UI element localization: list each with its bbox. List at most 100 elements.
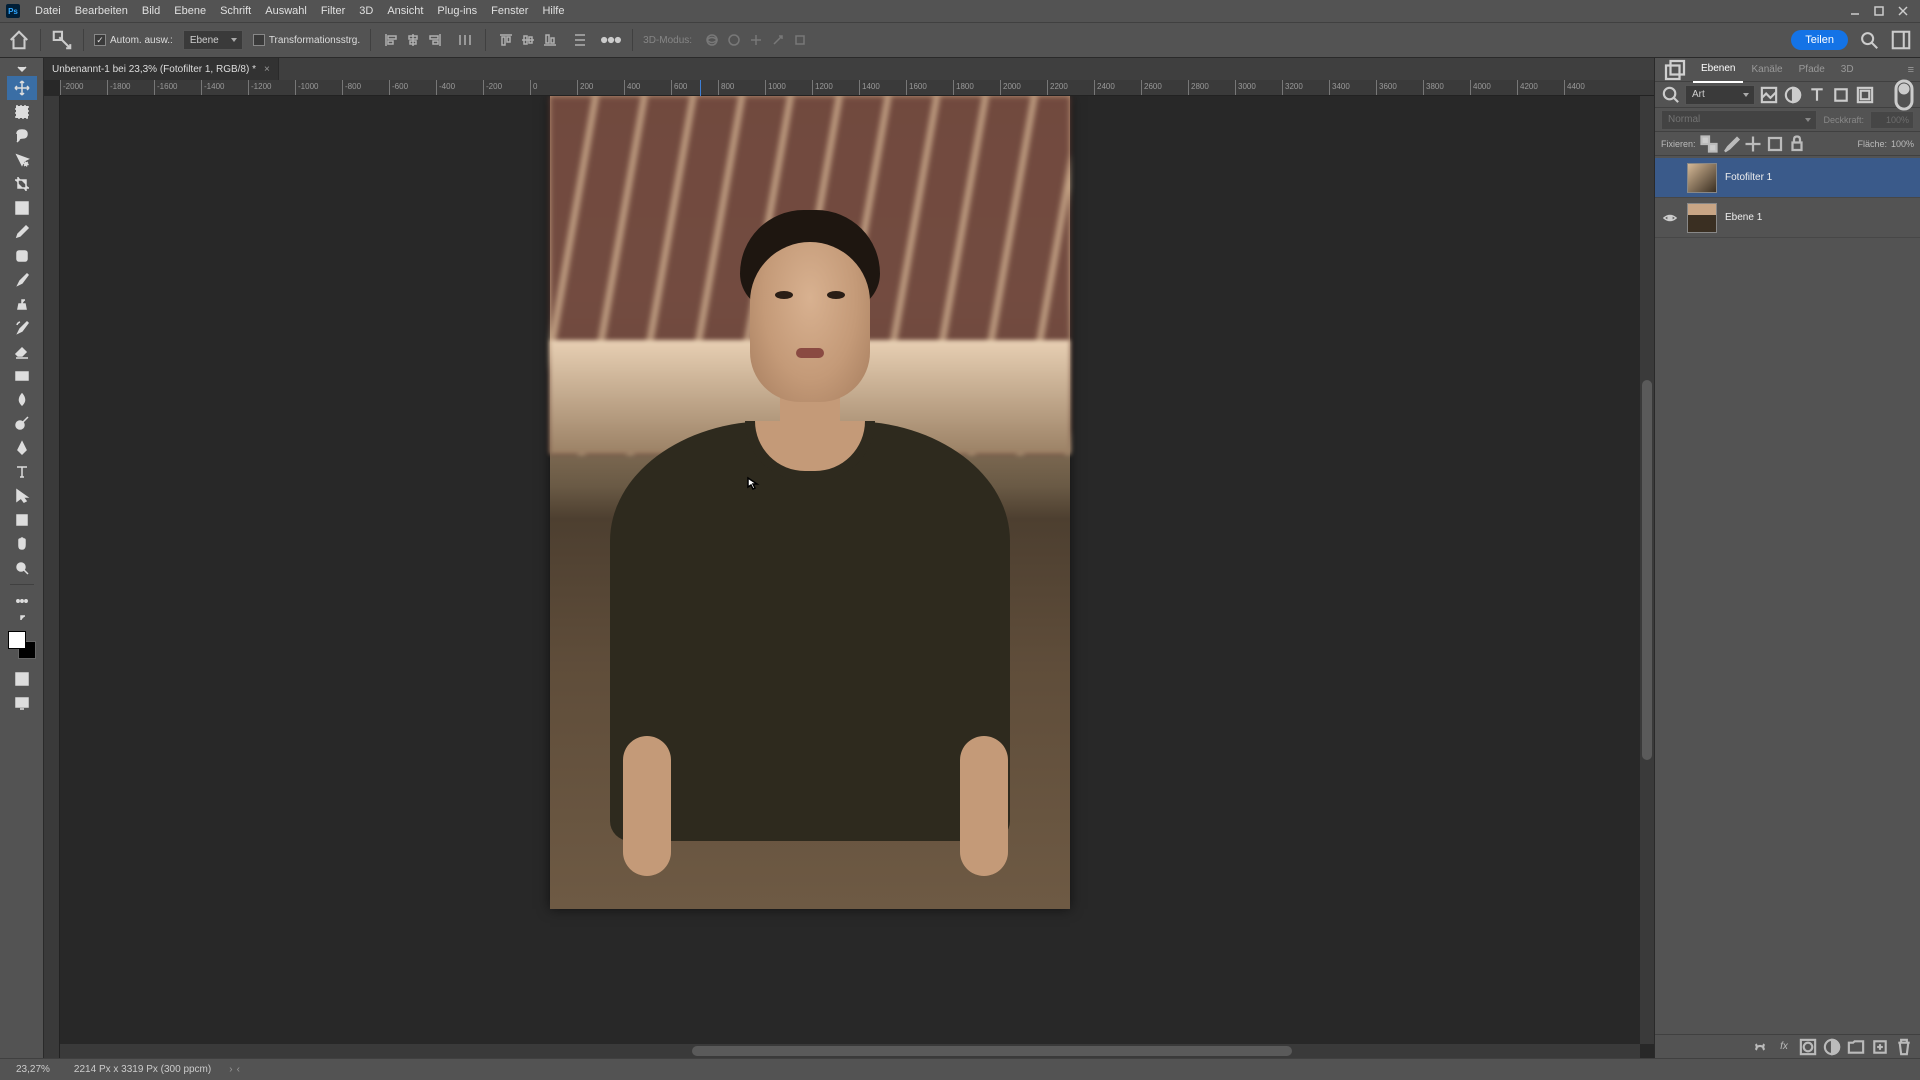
layer-name[interactable]: Fotofilter 1 [1725, 172, 1772, 183]
link-layers-icon[interactable] [1750, 1037, 1770, 1057]
eraser-tool[interactable] [7, 340, 37, 364]
auto-select-target-dropdown[interactable]: Ebene [183, 30, 243, 50]
panel-menu-icon[interactable]: ≡ [1902, 64, 1920, 76]
document-image[interactable] [550, 96, 1070, 909]
move-tool[interactable] [7, 76, 37, 100]
tab-layers[interactable]: Ebenen [1693, 57, 1743, 83]
opacity-field[interactable]: 100% [1870, 111, 1914, 129]
align-hcenter-icon[interactable] [403, 30, 423, 50]
menu-plugins[interactable]: Plug-ins [430, 0, 484, 22]
gradient-tool[interactable] [7, 364, 37, 388]
marquee-tool[interactable] [7, 100, 37, 124]
lock-artboard-icon[interactable] [1766, 135, 1784, 153]
window-minimize[interactable] [1844, 2, 1866, 20]
window-close[interactable] [1892, 2, 1914, 20]
crop-tool[interactable] [7, 172, 37, 196]
hand-tool[interactable] [7, 532, 37, 556]
filter-pixel-icon[interactable] [1759, 85, 1779, 105]
align-right-icon[interactable] [425, 30, 445, 50]
document-tab[interactable]: Unbenannt-1 bei 23,3% (Fotofilter 1, RGB… [44, 58, 279, 80]
filter-smart-icon[interactable] [1855, 85, 1875, 105]
swap-colors-icon[interactable] [9, 613, 39, 625]
layer-fotofilter[interactable]: Fotofilter 1 [1655, 158, 1920, 198]
type-tool[interactable] [7, 460, 37, 484]
quick-select-tool[interactable] [7, 148, 37, 172]
tab-3d[interactable]: 3D [1833, 58, 1862, 82]
align-top-icon[interactable] [496, 30, 516, 50]
auto-select-checkbox[interactable]: Autom. ausw.: [94, 34, 173, 46]
workspace-icon[interactable] [1890, 29, 1912, 51]
brush-tool[interactable] [7, 268, 37, 292]
canvas-viewport[interactable] [60, 96, 1640, 1044]
status-caret-left-icon[interactable]: ‹ [237, 1064, 240, 1075]
layer-thumbnail[interactable] [1687, 163, 1717, 193]
lock-transparency-icon[interactable] [1700, 135, 1718, 153]
menu-edit[interactable]: Bearbeiten [68, 0, 135, 22]
pen-tool[interactable] [7, 436, 37, 460]
window-maximize[interactable] [1868, 2, 1890, 20]
new-layer-icon[interactable] [1870, 1037, 1890, 1057]
horizontal-ruler[interactable]: -2000-1800-1600-1400-1200-1000-800-600-4… [60, 80, 1654, 96]
menu-window[interactable]: Fenster [484, 0, 535, 22]
healing-brush-tool[interactable] [7, 244, 37, 268]
menu-file[interactable]: Datei [28, 0, 68, 22]
menu-type[interactable]: Schrift [213, 0, 258, 22]
document-dimensions[interactable]: 2214 Px x 3319 Px (300 ppcm) [68, 1064, 217, 1075]
lock-position-icon[interactable] [1744, 135, 1762, 153]
dodge-tool[interactable] [7, 412, 37, 436]
status-caret-icon[interactable]: › [229, 1064, 232, 1075]
tool-preset-icon[interactable] [51, 29, 73, 51]
show-transform-checkbox[interactable]: Transformationsstrg. [253, 34, 360, 46]
new-group-icon[interactable] [1846, 1037, 1866, 1057]
fill-field[interactable]: 100% [1891, 139, 1914, 149]
distribute-v-icon[interactable] [570, 30, 590, 50]
menu-3d[interactable]: 3D [352, 0, 380, 22]
tab-paths[interactable]: Pfade [1791, 58, 1833, 82]
filter-toggle-icon[interactable] [1894, 85, 1914, 105]
blend-mode-dropdown[interactable]: Normal [1661, 110, 1817, 130]
quick-mask-icon[interactable] [7, 667, 37, 691]
more-align-icon[interactable] [600, 29, 622, 51]
delete-layer-icon[interactable] [1894, 1037, 1914, 1057]
share-button[interactable]: Teilen [1791, 30, 1848, 50]
distribute-h-icon[interactable] [455, 30, 475, 50]
lock-all-icon[interactable] [1788, 135, 1806, 153]
filter-type-icon[interactable] [1807, 85, 1827, 105]
layer-mask-icon[interactable] [1798, 1037, 1818, 1057]
adjustment-layer-icon[interactable] [1822, 1037, 1842, 1057]
shape-tool[interactable] [7, 508, 37, 532]
menu-filter[interactable]: Filter [314, 0, 352, 22]
close-icon[interactable]: × [264, 64, 270, 75]
history-brush-tool[interactable] [7, 316, 37, 340]
foreground-color-swatch[interactable] [8, 631, 26, 649]
vertical-scrollbar[interactable] [1640, 96, 1654, 1044]
align-vcenter-icon[interactable] [518, 30, 538, 50]
edit-toolbar-icon[interactable] [7, 589, 37, 613]
horizontal-scrollbar[interactable] [60, 1044, 1640, 1058]
zoom-tool[interactable] [7, 556, 37, 580]
screen-mode-icon[interactable] [7, 691, 37, 715]
frame-tool[interactable] [7, 196, 37, 220]
lasso-tool[interactable] [7, 124, 37, 148]
eyedropper-tool[interactable] [7, 220, 37, 244]
collapse-toolbar-icon[interactable] [7, 62, 37, 76]
menu-help[interactable]: Hilfe [535, 0, 571, 22]
layer-filter-kind-dropdown[interactable]: Art [1685, 85, 1755, 105]
menu-view[interactable]: Ansicht [380, 0, 430, 22]
menu-image[interactable]: Bild [135, 0, 167, 22]
align-left-icon[interactable] [381, 30, 401, 50]
tab-channels[interactable]: Kanäle [1743, 58, 1790, 82]
vertical-ruler[interactable] [44, 96, 60, 1058]
search-icon[interactable] [1858, 29, 1880, 51]
align-bottom-icon[interactable] [540, 30, 560, 50]
scrollbar-thumb[interactable] [1642, 380, 1652, 759]
layer-ebene-1[interactable]: Ebene 1 [1655, 198, 1920, 238]
layer-thumbnail[interactable] [1687, 203, 1717, 233]
layer-name[interactable]: Ebene 1 [1725, 212, 1762, 223]
scrollbar-thumb[interactable] [692, 1046, 1292, 1056]
color-swatches[interactable] [8, 631, 36, 659]
zoom-level[interactable]: 23,27% [10, 1064, 56, 1075]
home-icon[interactable] [8, 29, 30, 51]
lock-pixels-icon[interactable] [1722, 135, 1740, 153]
menu-layer[interactable]: Ebene [167, 0, 213, 22]
